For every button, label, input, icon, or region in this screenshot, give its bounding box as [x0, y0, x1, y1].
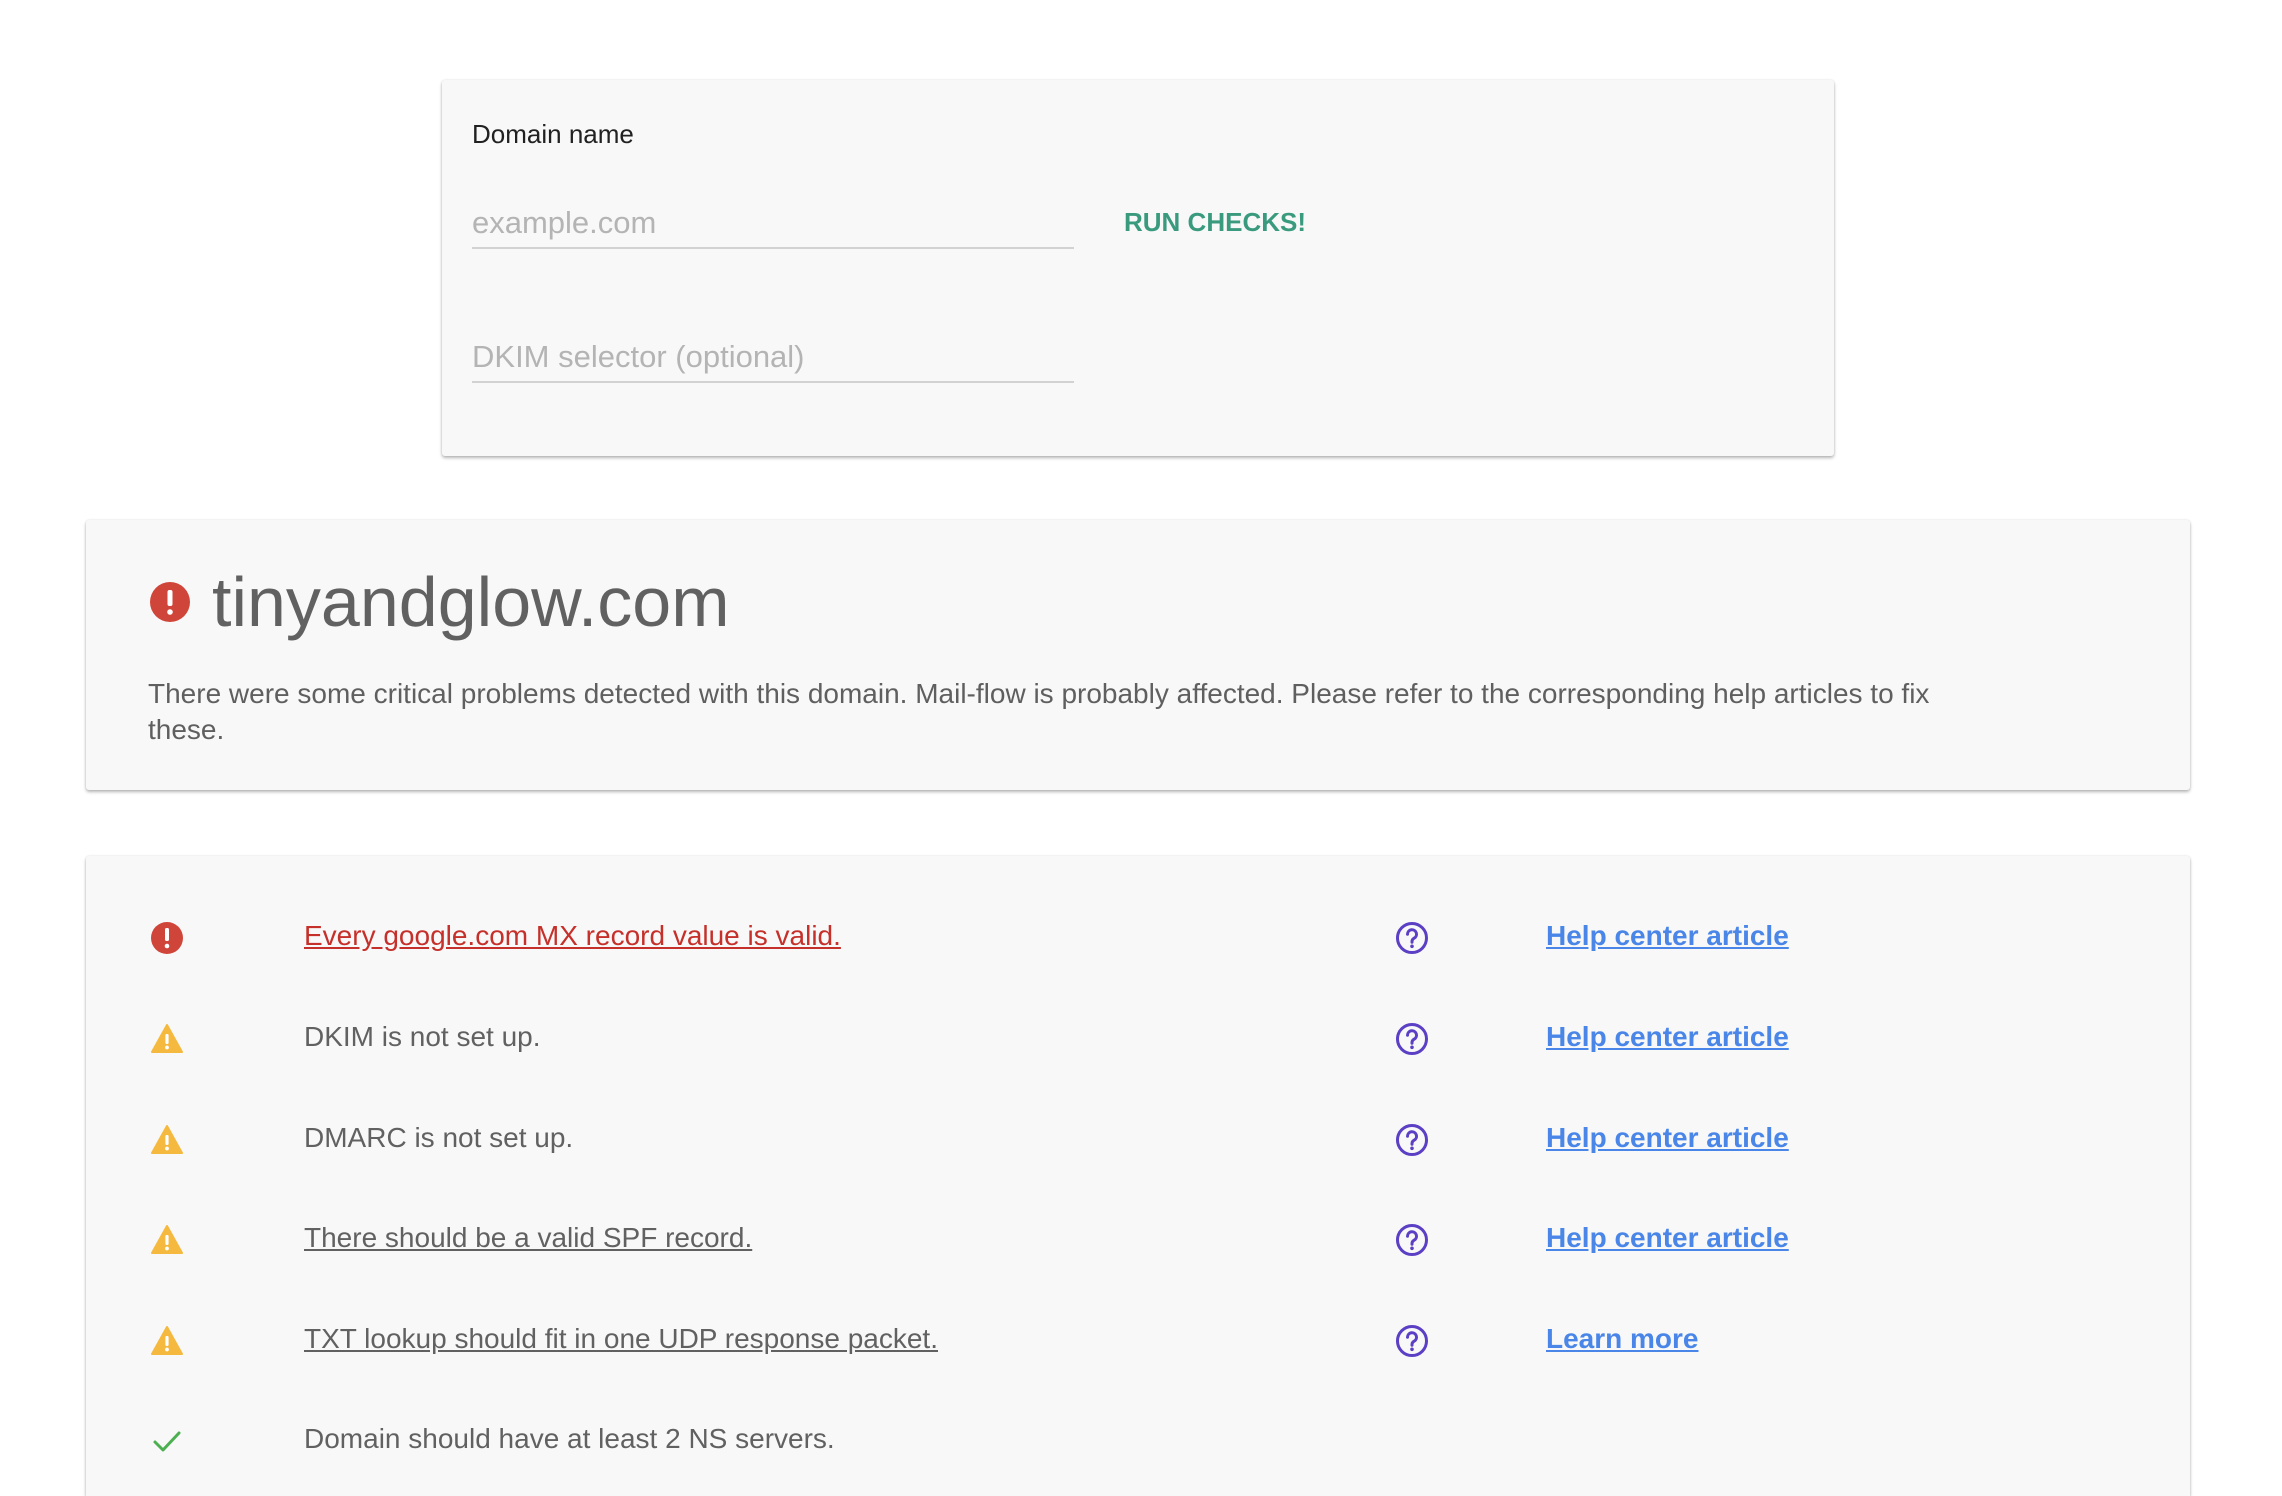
result-row: Domain should have at least 2 NS servers…: [86, 1411, 2190, 1471]
domain-check-form: Domain name RUN CHECKS!: [442, 80, 1834, 456]
dkim-selector-input[interactable]: [472, 339, 1074, 383]
help-circle-icon[interactable]: [1394, 1323, 1430, 1359]
learn-more-link[interactable]: Learn more: [1546, 1323, 1699, 1355]
help-circle-icon[interactable]: [1394, 1122, 1430, 1158]
help-circle-icon[interactable]: [1394, 1222, 1430, 1258]
help-circle-icon[interactable]: [1394, 1021, 1430, 1057]
result-row: Every google.com MX record value is vali…: [86, 908, 2190, 968]
result-text-txt-lookup[interactable]: TXT lookup should fit in one UDP respons…: [304, 1323, 938, 1355]
help-center-article-link[interactable]: Help center article: [1546, 1122, 1789, 1154]
summary-message: There were some critical problems detect…: [148, 678, 1930, 745]
result-row: TXT lookup should fit in one UDP respons…: [86, 1311, 2190, 1371]
help-circle-icon[interactable]: [1394, 920, 1430, 956]
result-text-ns-servers: Domain should have at least 2 NS servers…: [304, 1423, 835, 1454]
result-text-spf[interactable]: There should be a valid SPF record.: [304, 1222, 752, 1254]
results-list: Every google.com MX record value is vali…: [86, 856, 2190, 1496]
result-text-dmarc: DMARC is not set up.: [304, 1122, 574, 1153]
check-icon: [153, 1431, 181, 1452]
summary-card: tinyandglow.com There were some critical…: [86, 520, 2190, 790]
result-text-dkim: DKIM is not set up.: [304, 1021, 541, 1052]
domain-name-input[interactable]: [472, 205, 1074, 249]
warning-icon: [151, 1326, 183, 1355]
result-text-mx-valid[interactable]: Every google.com MX record value is vali…: [304, 920, 841, 952]
error-icon: [151, 922, 183, 954]
help-center-article-link[interactable]: Help center article: [1546, 1021, 1789, 1053]
result-row: DKIM is not set up. Help center article: [86, 1009, 2190, 1069]
warning-icon: [151, 1125, 183, 1154]
error-icon: [150, 582, 190, 622]
run-checks-button[interactable]: RUN CHECKS!: [1124, 207, 1306, 238]
checked-domain-title: tinyandglow.com: [212, 563, 730, 641]
domain-name-label: Domain name: [472, 119, 634, 149]
warning-icon: [151, 1024, 183, 1053]
help-center-article-link[interactable]: Help center article: [1546, 1222, 1789, 1254]
result-row: DMARC is not set up. Help center article: [86, 1110, 2190, 1170]
help-center-article-link[interactable]: Help center article: [1546, 920, 1789, 952]
result-row: There should be a valid SPF record. Help…: [86, 1210, 2190, 1270]
warning-icon: [151, 1225, 183, 1254]
